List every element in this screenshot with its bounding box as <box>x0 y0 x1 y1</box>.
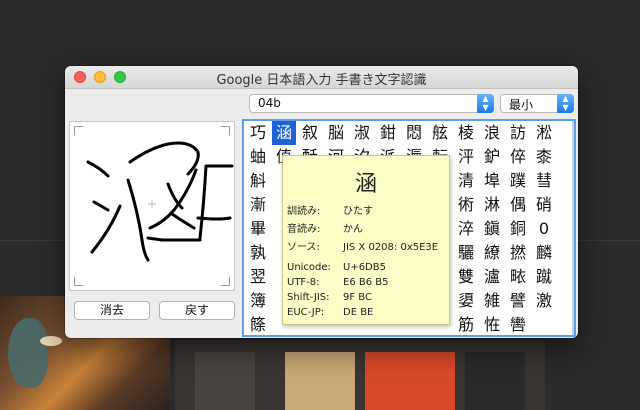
candidate-cell[interactable]: 淞 <box>532 121 556 145</box>
candidate-combo-value: 04b <box>258 96 281 110</box>
candidate-cell[interactable]: 硝 <box>532 193 556 217</box>
candidate-cell[interactable]: 譬 <box>506 289 530 313</box>
candidate-cell[interactable]: 蚰 <box>246 145 270 169</box>
background-tile <box>465 352 525 410</box>
tooltip-row-label: Shift-JIS: <box>287 292 330 303</box>
tooltip-row-label: ソース: <box>287 242 320 253</box>
candidate-cell[interactable]: 叙 <box>298 121 322 145</box>
candidate-cell[interactable]: 筋 <box>454 313 478 335</box>
tooltip-row-value: E6 B6 B5 <box>343 277 389 288</box>
candidate-cell[interactable]: 銅 <box>506 217 530 241</box>
candidate-cell[interactable]: 畢 <box>246 217 270 241</box>
candidate-cell[interactable]: 0 <box>532 217 556 241</box>
candidate-cell[interactable]: 孰 <box>246 241 270 265</box>
tooltip-row: 音読み: かん <box>287 223 363 236</box>
candidate-cell[interactable]: 淬 <box>454 217 478 241</box>
candidate-cell[interactable]: 巧 <box>246 121 270 145</box>
candidate-cell[interactable]: 棱 <box>454 121 478 145</box>
background-artwork-bottom <box>175 340 545 410</box>
chevron-down-icon[interactable]: ▼ <box>557 104 574 112</box>
candidate-cell[interactable]: 驪 <box>454 241 478 265</box>
candidate-cell[interactable]: 繚 <box>480 241 504 265</box>
candidate-combo-box[interactable]: 04b ▲ ▼ <box>249 94 494 113</box>
candidate-cell[interactable]: 瀘 <box>480 265 504 289</box>
tooltip-row: EUC-JP: DE BE <box>287 306 373 319</box>
tooltip-row-label: 音読み: <box>287 224 321 235</box>
candidate-cell[interactable]: 彗 <box>532 169 556 193</box>
tooltip-row: Unicode: U+6DB5 <box>287 261 386 274</box>
candidate-cell[interactable]: 麟 <box>532 241 556 265</box>
mode-select[interactable]: 最小 ▲ ▼ <box>500 94 574 113</box>
candidate-cell[interactable]: 鉗 <box>376 121 400 145</box>
chevron-down-icon[interactable]: ▼ <box>477 104 494 112</box>
character-info-tooltip: 涵 訓読み: ひたす音読み: かんソース: JIS X 0208: 0x5E3E Uni… <box>282 155 450 325</box>
tooltip-row-value: かん <box>343 224 363 235</box>
background-tile <box>285 352 355 410</box>
candidate-cell[interactable]: 激 <box>532 289 556 313</box>
background-figure <box>8 318 48 388</box>
tooltip-row-value: JIS X 0208: 0x5E3E <box>343 242 439 253</box>
candidate-cell[interactable]: 淑 <box>350 121 374 145</box>
candidate-cell[interactable]: 漸 <box>246 193 270 217</box>
tooltip-row: Shift-JIS: 9F BC <box>287 291 372 304</box>
candidate-cell[interactable]: 倅 <box>506 145 530 169</box>
candidate-cell[interactable]: 訪 <box>506 121 530 145</box>
candidate-cell[interactable]: 雑 <box>480 289 504 313</box>
candidate-cell[interactable]: 雙 <box>454 265 478 289</box>
tooltip-glyph: 涵 <box>354 172 377 197</box>
candidate-cell[interactable]: 篨 <box>246 313 270 335</box>
tooltip-row-value: 9F BC <box>343 292 372 303</box>
tooltip-row: ソース: JIS X 0208: 0x5E3E <box>287 241 438 254</box>
candidate-cell[interactable]: 撚 <box>506 241 530 265</box>
mode-select-value: 最小 <box>509 98 534 112</box>
candidate-cell[interactable]: 鈩 <box>480 145 504 169</box>
candidate-cell[interactable]: 斛 <box>246 169 270 193</box>
candidate-cell[interactable]: 嬃 <box>454 289 478 313</box>
mode-stepper[interactable]: ▲ ▼ <box>557 94 574 113</box>
tooltip-row-label: EUC-JP: <box>287 307 325 318</box>
candidate-cell[interactable]: 術 <box>454 193 478 217</box>
window-title: Google 日本語入力 手書き文字認識 <box>216 73 427 88</box>
candidate-cell[interactable]: 清 <box>454 169 478 193</box>
clear-button[interactable]: 消去 <box>74 301 150 320</box>
candidate-cell[interactable]: 翌 <box>246 265 270 289</box>
grid-scrollbar[interactable] <box>572 121 574 335</box>
tooltip-row-value: ひたす <box>343 206 373 217</box>
candidate-cell[interactable]: 脳 <box>324 121 348 145</box>
tooltip-row-value: DE BE <box>343 307 374 318</box>
candidate-cell[interactable]: 蹼 <box>506 169 530 193</box>
title-bar[interactable]: Google 日本語入力 手書き文字認識 <box>65 66 578 89</box>
tooltip-row: UTF-8: E6 B6 B5 <box>287 276 388 289</box>
background-tile <box>365 352 455 410</box>
chevron-up-icon[interactable]: ▲ <box>557 95 574 103</box>
tooltip-row-label: Unicode: <box>287 262 331 273</box>
candidate-cell[interactable]: 桼 <box>532 145 556 169</box>
candidate-cell[interactable]: 浪 <box>480 121 504 145</box>
tooltip-row-value: U+6DB5 <box>343 262 386 273</box>
candidate-cell[interactable]: 淋 <box>480 193 504 217</box>
combo-stepper[interactable]: ▲ ▼ <box>477 94 494 113</box>
background-figure-detail <box>40 336 62 346</box>
handwriting-window: Google 日本語入力 手書き文字認識 04b ▲ ▼ 最小 ▲ ▼ 消去 戻… <box>65 66 578 338</box>
tooltip-row: 訓読み: ひたす <box>287 205 373 218</box>
handwriting-canvas[interactable] <box>69 121 235 291</box>
tooltip-row-label: UTF-8: <box>287 277 320 288</box>
chevron-up-icon[interactable]: ▲ <box>477 95 494 103</box>
candidate-cell[interactable]: 偶 <box>506 193 530 217</box>
undo-button[interactable]: 戻す <box>159 301 235 320</box>
handwriting-strokes <box>86 141 234 262</box>
candidate-cell[interactable]: 涵 <box>272 121 296 145</box>
candidate-cell[interactable]: 鎭 <box>480 217 504 241</box>
tooltip-row-label: 訓読み: <box>287 206 321 217</box>
candidate-cell[interactable]: 轡 <box>506 313 530 335</box>
candidate-cell[interactable]: 埠 <box>480 169 504 193</box>
candidate-cell[interactable]: 恠 <box>480 313 504 335</box>
candidate-cell[interactable]: 畩 <box>506 265 530 289</box>
candidate-cell[interactable]: 悶 <box>402 121 426 145</box>
candidate-cell[interactable]: 蹴 <box>532 265 556 289</box>
background-tile <box>195 352 255 410</box>
candidate-cell[interactable]: 泙 <box>454 145 478 169</box>
candidate-cell[interactable]: 簿 <box>246 289 270 313</box>
candidate-cell[interactable]: 舷 <box>428 121 452 145</box>
